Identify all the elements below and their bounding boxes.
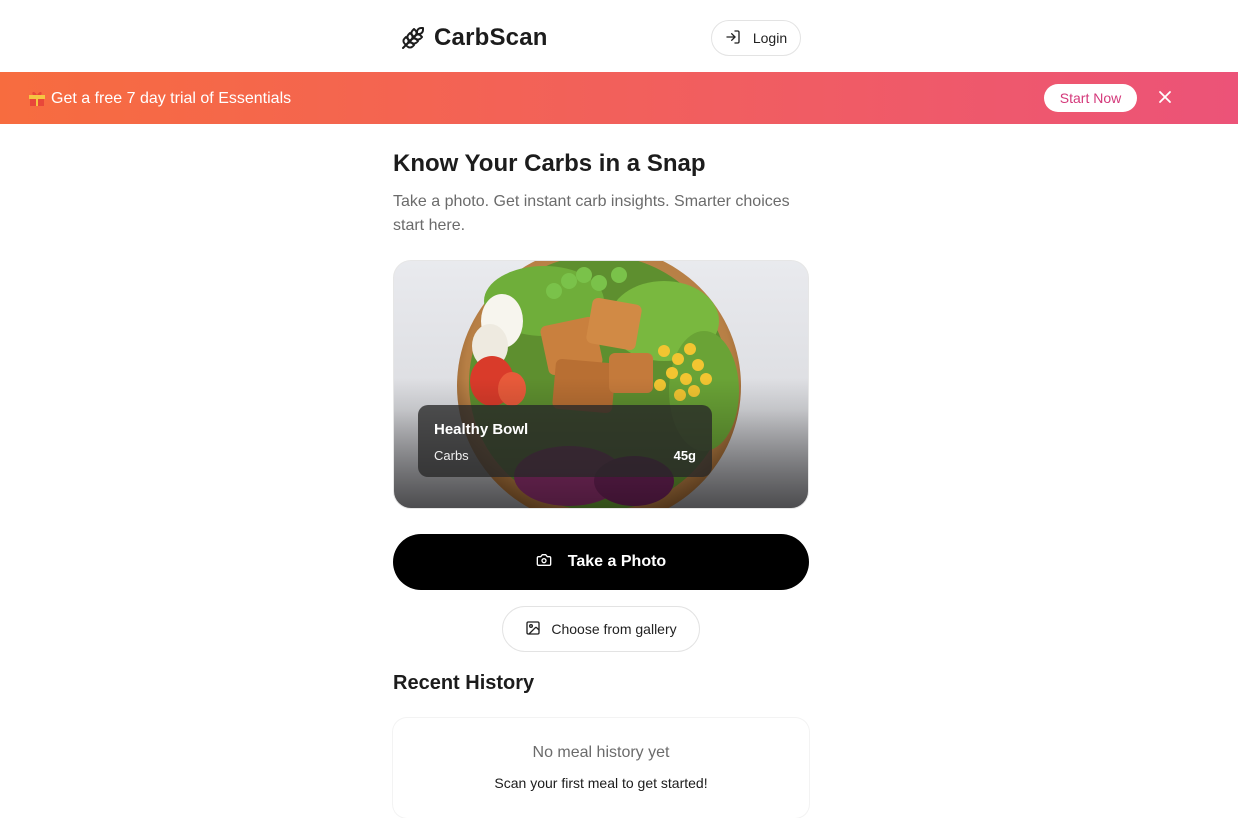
gallery-label: Choose from gallery — [551, 621, 677, 637]
wheat-icon — [400, 25, 426, 51]
history-empty-text: No meal history yet — [532, 744, 670, 761]
sample-meal-card: Healthy Bowl Carbs 45g — [393, 260, 809, 509]
take-photo-button[interactable]: Take a Photo — [393, 534, 809, 590]
app-name: CarbScan — [434, 24, 548, 51]
promo-banner: Get a free 7 day trial of Essentials Sta… — [0, 72, 1238, 124]
top-bar: CarbScan Login — [0, 0, 1238, 72]
page-subtitle: Take a photo. Get instant carb insights.… — [393, 193, 790, 234]
history-hint-text: Scan your first meal to get started! — [494, 775, 708, 791]
close-icon[interactable] — [1156, 88, 1174, 106]
camera-icon — [536, 552, 552, 573]
meal-name: Healthy Bowl — [434, 421, 529, 438]
login-label: Login — [752, 30, 788, 46]
brand[interactable]: CarbScan — [400, 24, 548, 52]
history-title: Recent History — [393, 672, 535, 694]
nutrient-label: Carbs — [434, 448, 469, 463]
choose-gallery-button[interactable]: Choose from gallery — [502, 606, 700, 652]
nutrient-value: 45g — [673, 448, 696, 463]
history-empty-card: No meal history yet Scan your first meal… — [393, 718, 809, 818]
login-arrow-icon — [725, 29, 741, 48]
page-title: Know Your Carbs in a Snap — [393, 150, 706, 177]
start-now-button[interactable]: Start Now — [1044, 84, 1137, 112]
take-photo-label: Take a Photo — [567, 553, 667, 570]
gift-icon — [28, 89, 46, 107]
image-icon — [525, 620, 541, 639]
login-button[interactable]: Login — [711, 20, 801, 56]
promo-text: Get a free 7 day trial of Essentials — [51, 90, 292, 107]
meal-info-chip: Healthy Bowl Carbs 45g — [418, 405, 712, 477]
